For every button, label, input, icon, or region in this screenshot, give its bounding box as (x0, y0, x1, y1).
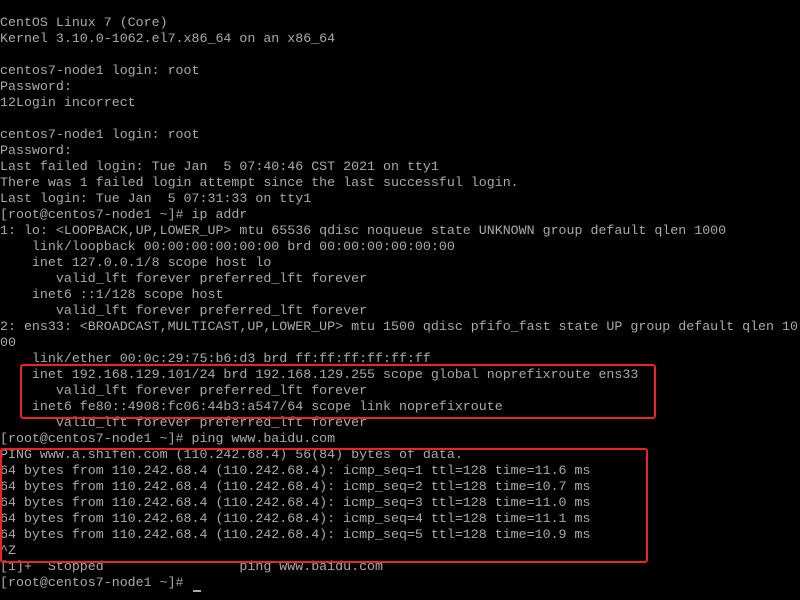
terminal-line: valid_lft forever preferred_lft forever (0, 303, 368, 318)
terminal-line: CentOS Linux 7 (Core) (0, 15, 168, 30)
terminal-line: 12Login incorrect (0, 95, 136, 110)
terminal-line: inet6 ::1/128 scope host (0, 287, 224, 302)
terminal-line: Last login: Tue Jan 5 07:31:33 on tty1 (0, 191, 312, 206)
terminal-line: Kernel 3.10.0-1062.el7.x86_64 on an x86_… (0, 31, 336, 46)
terminal-line: link/loopback 00:00:00:00:00:00 brd 00:0… (0, 239, 455, 254)
terminal-line: 2: ens33: <BROADCAST,MULTICAST,UP,LOWER_… (0, 319, 798, 334)
terminal-line: inet 127.0.0.1/8 scope host lo (0, 255, 272, 270)
terminal-line: 00 (0, 335, 16, 350)
terminal-line: [root@centos7-node1 ~]# ping www.baidu.c… (0, 431, 336, 446)
terminal-line: centos7-node1 login: root (0, 63, 200, 78)
terminal-line: 1: lo: <LOOPBACK,UP,LOWER_UP> mtu 65536 … (0, 223, 727, 238)
terminal-line: Password: (0, 143, 72, 158)
terminal-line: valid_lft forever preferred_lft forever (0, 271, 368, 286)
terminal-line: [root@centos7-node1 ~]# ip addr (0, 207, 248, 222)
highlight-box-ping-output (0, 448, 648, 563)
terminal-line: Password: (0, 79, 72, 94)
highlight-box-ens33-inet (20, 364, 656, 419)
terminal-cursor (193, 590, 201, 592)
terminal-line: centos7-node1 login: root (0, 127, 200, 142)
terminal-prompt-line[interactable]: [root@centos7-node1 ~]# (0, 575, 192, 591)
terminal-line: Last failed login: Tue Jan 5 07:40:46 CS… (0, 159, 439, 174)
terminal-console[interactable]: CentOS Linux 7 (Core) Kernel 3.10.0-1062… (0, 0, 800, 600)
terminal-line: There was 1 failed login attempt since t… (0, 175, 519, 190)
